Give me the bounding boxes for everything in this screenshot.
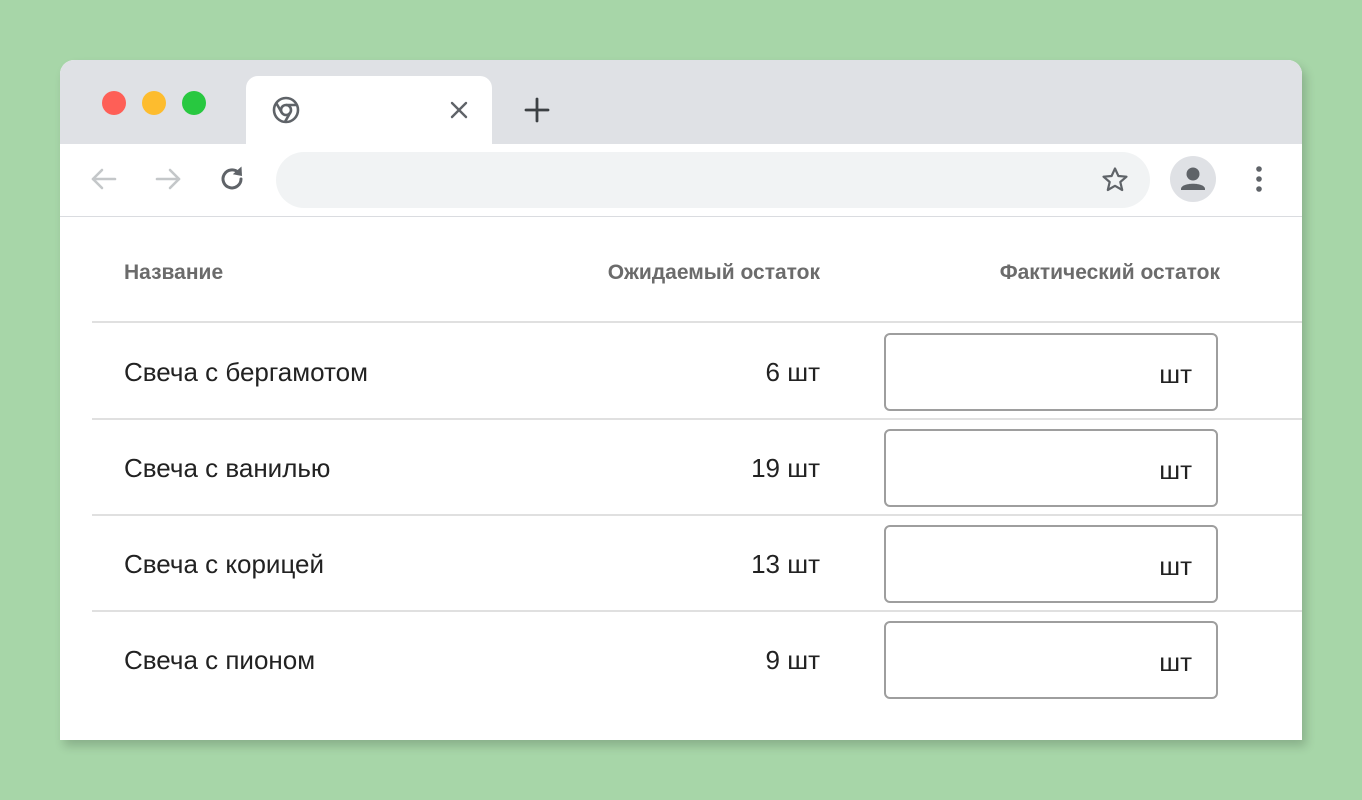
unit-label: шт [1159, 551, 1192, 581]
expected-quantity: 6 шт [765, 357, 820, 387]
product-name: Свеча с корицей [124, 549, 325, 579]
chrome-icon [272, 96, 300, 124]
actual-quantity-input[interactable]: шт [884, 429, 1218, 507]
column-header-actual: Фактический остаток [999, 261, 1220, 284]
browser-tab[interactable] [246, 76, 492, 146]
expected-quantity: 19 шт [751, 453, 820, 483]
expected-quantity: 9 шт [765, 645, 820, 675]
arrow-right-icon[interactable] [151, 162, 185, 196]
person-icon[interactable] [1170, 156, 1216, 202]
product-name: Свеча с бергамотом [124, 357, 368, 387]
expected-quantity: 13 шт [751, 549, 820, 579]
unit-label: шт [1159, 455, 1192, 485]
actual-quantity-input[interactable]: шт [884, 621, 1218, 699]
close-icon[interactable] [446, 97, 472, 123]
table-row: Свеча с бергамотом 6 шт шт [92, 323, 1302, 420]
table-row: Свеча с корицей 13 шт шт [92, 515, 1302, 612]
table-header: Название Ожидаемый остаток Фактический о… [92, 217, 1302, 323]
column-header-name: Название [124, 261, 224, 284]
product-name: Свеча с ванилью [124, 453, 331, 483]
minimize-window-button[interactable] [142, 91, 166, 115]
plus-icon[interactable] [522, 95, 552, 125]
column-header-expected: Ожидаемый остаток [607, 261, 820, 284]
address-bar[interactable] [276, 152, 1150, 208]
reload-icon[interactable] [215, 162, 249, 196]
table-row: Свеча с ванилью 19 шт шт [92, 419, 1302, 516]
page-content: Название Ожидаемый остаток Фактический о… [60, 217, 1302, 740]
browser-window: Название Ожидаемый остаток Фактический о… [60, 60, 1302, 740]
unit-label: шт [1159, 359, 1192, 389]
maximize-window-button[interactable] [182, 91, 206, 115]
actual-quantity-input[interactable]: шт [884, 333, 1218, 411]
more-vertical-icon[interactable] [1244, 162, 1274, 196]
arrow-left-icon[interactable] [87, 162, 121, 196]
actual-quantity-input[interactable]: шт [884, 525, 1218, 603]
unit-label: шт [1159, 647, 1192, 677]
table-row: Свеча с пионом 9 шт шт [92, 611, 1302, 706]
star-icon[interactable] [1100, 165, 1130, 195]
browser-toolbar [60, 144, 1302, 217]
tab-strip [60, 60, 1302, 146]
close-window-button[interactable] [102, 91, 126, 115]
product-name: Свеча с пионом [124, 645, 316, 675]
